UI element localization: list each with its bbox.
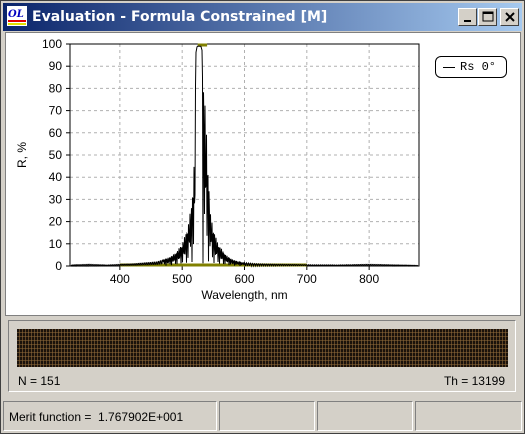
maximize-icon — [482, 11, 494, 22]
y-tick-label: 80 — [49, 81, 63, 95]
close-button[interactable] — [500, 8, 519, 26]
plot-panel[interactable]: 0 10 20 30 40 50 60 70 80 90 100 400 500 600 700 800 Wav… — [5, 32, 521, 316]
status-cell-4 — [415, 401, 522, 431]
layer-thickness-strip[interactable] — [17, 329, 508, 367]
y-tick-label: 60 — [49, 126, 63, 140]
minimize-button[interactable] — [458, 8, 477, 26]
x-tick-label: 600 — [234, 272, 254, 286]
y-tick-label: 20 — [49, 215, 63, 229]
y-tick-label: 50 — [49, 148, 63, 162]
y-tick-label: 90 — [49, 59, 63, 73]
thickness-strip-panel: N = 151 Th = 13199 — [8, 320, 516, 392]
evaluation-window: OL Evaluation - Formula Constrained [M] … — [0, 0, 525, 434]
window-title: Evaluation - Formula Constrained [M] — [32, 9, 328, 25]
y-tick-label: 0 — [55, 259, 62, 273]
legend-label: Rs 0° — [460, 60, 497, 74]
svg-text:OL: OL — [8, 9, 24, 20]
status-cell-3 — [317, 401, 413, 431]
x-tick-label: 800 — [359, 272, 379, 286]
chart-legend: Rs 0° — [435, 56, 507, 78]
title-bar[interactable]: OL Evaluation - Formula Constrained [M] — [3, 3, 522, 31]
maximize-button[interactable] — [478, 8, 497, 26]
y-tick-label: 30 — [49, 192, 63, 206]
minimize-icon — [464, 20, 471, 22]
y-tick-label: 70 — [49, 104, 63, 118]
x-tick-label: 700 — [297, 272, 317, 286]
layer-count-label: N = 151 — [18, 374, 61, 388]
series-line — [70, 45, 419, 268]
app-logo-icon: OL — [7, 6, 27, 26]
merit-function-text: Merit function = 1.767902E+001 — [9, 410, 184, 424]
x-tick-label: 500 — [172, 272, 192, 286]
y-tick-label: 10 — [49, 237, 63, 251]
x-axis-label: Wavelength, nm — [201, 288, 287, 302]
y-tick-label: 100 — [42, 37, 62, 51]
legend-line-swatch — [443, 67, 455, 68]
status-bar: Merit function = 1.767902E+001 — [3, 401, 522, 431]
y-axis-label: R, % — [15, 142, 29, 168]
x-tick-label: 400 — [110, 272, 130, 286]
total-thickness-label: Th = 13199 — [443, 374, 505, 388]
y-tick-label: 40 — [49, 170, 63, 184]
close-icon — [505, 12, 515, 22]
status-merit-cell: Merit function = 1.767902E+001 — [3, 401, 217, 431]
status-cell-2 — [219, 401, 315, 431]
